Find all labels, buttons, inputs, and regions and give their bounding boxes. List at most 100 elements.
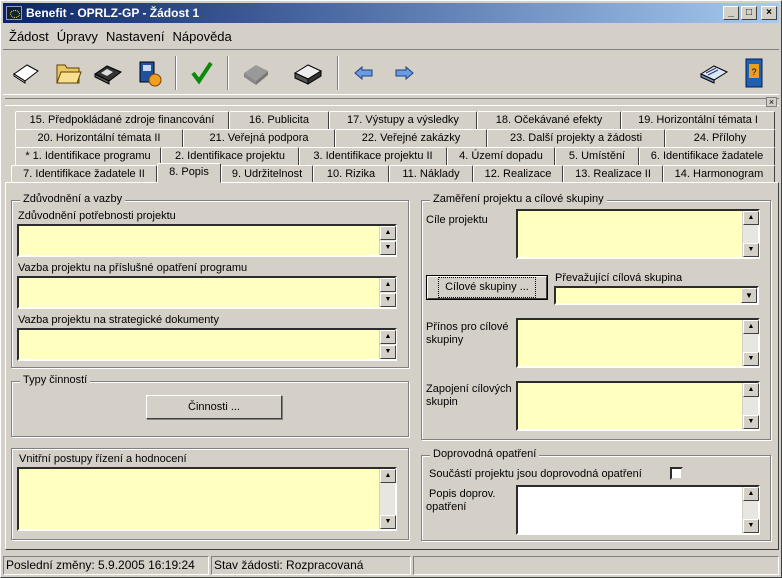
close-button[interactable]: × xyxy=(761,6,777,20)
scrollbar[interactable]: ▲ ▼ xyxy=(742,211,759,257)
minimize-button[interactable]: _ xyxy=(723,6,739,20)
scrollbar[interactable]: ▲ ▼ xyxy=(379,469,396,529)
label-vazba-opatreni: Vazba projektu na příslušné opatření pro… xyxy=(18,262,248,274)
toolbar: ? xyxy=(3,49,779,95)
label-soucasti: Součástí projektu jsou doprovodná opatře… xyxy=(429,468,642,480)
scroll-up-icon[interactable]: ▲ xyxy=(743,487,759,501)
save-disk-icon[interactable] xyxy=(91,56,125,90)
memo-cile[interactable]: ▲ ▼ xyxy=(516,209,760,259)
memo-vazba-opatreni[interactable]: ▲ ▼ xyxy=(17,276,397,309)
tab-21[interactable]: 21. Veřejná podpora xyxy=(183,129,335,147)
tab-18[interactable]: 18. Očekávané efekty xyxy=(477,111,621,129)
scrollbar[interactable]: ▲ ▼ xyxy=(742,320,759,366)
cinnosti-button[interactable]: Činnosti ... xyxy=(146,395,282,419)
tab-12[interactable]: 12. Realizace xyxy=(473,165,563,183)
tab-24[interactable]: 24. Přílohy xyxy=(665,129,775,147)
scroll-up-icon[interactable]: ▲ xyxy=(380,469,396,483)
maximize-button[interactable]: □ xyxy=(741,6,757,20)
menu-nastaveni[interactable]: Nastavení xyxy=(102,27,169,47)
tab-13[interactable]: 13. Realizace II xyxy=(563,165,663,183)
status-state: Stav žádosti: Rozpracovaná xyxy=(211,556,411,575)
strip-close-button[interactable]: × xyxy=(766,97,777,107)
scroll-up-icon[interactable]: ▲ xyxy=(380,330,396,344)
tab-6[interactable]: 6. Identifikace žadatele xyxy=(639,147,775,165)
cilove-skupiny-button-label: Cílové skupiny ... xyxy=(438,277,536,298)
tab-8-active[interactable]: 8. Popis xyxy=(157,163,221,183)
tab-20[interactable]: 20. Horizontální témata II xyxy=(15,129,183,147)
tab-22[interactable]: 22. Veřejné zakázky xyxy=(335,129,487,147)
tab-5[interactable]: 5. Umístění xyxy=(555,147,639,165)
forward-arrow-icon[interactable] xyxy=(387,56,421,90)
memo-vazba-dokumenty[interactable]: ▲ ▼ xyxy=(17,328,397,361)
label-vazba-dokumenty: Vazba projektu na strategické dokumenty xyxy=(18,314,219,326)
memo-prinos[interactable]: ▲ ▼ xyxy=(516,318,760,368)
scroll-down-icon[interactable]: ▼ xyxy=(743,519,759,533)
label-prinos-1: Přínos pro cílové xyxy=(426,321,509,333)
toolbar-separator xyxy=(337,56,339,90)
chevron-down-icon[interactable]: ▼ xyxy=(741,288,757,303)
memo-potrebnost[interactable]: ▲ ▼ xyxy=(17,224,397,257)
tab-4[interactable]: 4. Území dopadu xyxy=(447,147,555,165)
group-title-zamereni: Zaměření projektu a cílové skupiny xyxy=(430,193,607,205)
combo-prevazujici[interactable]: ▼ xyxy=(554,286,759,305)
check-icon[interactable] xyxy=(185,56,219,90)
tab-3[interactable]: 3. Identifikace projektu II xyxy=(299,147,447,165)
tab-10[interactable]: 10. Rizika xyxy=(313,165,389,183)
scroll-up-icon[interactable]: ▲ xyxy=(743,320,759,334)
scroll-down-icon[interactable]: ▼ xyxy=(743,415,759,429)
label-popis-doprov-2: opatření xyxy=(426,501,467,513)
scrollbar[interactable]: ▲ ▼ xyxy=(742,487,759,533)
tab-23[interactable]: 23. Další projekty a žádosti xyxy=(487,129,665,147)
toolbar-strip xyxy=(5,98,779,106)
status-last-change: Poslední změny: 5.9.2005 16:19:24 xyxy=(3,556,209,575)
menu-zadost[interactable]: Žádost xyxy=(5,27,53,47)
label-cile: Cíle projektu xyxy=(426,214,488,226)
scroll-up-icon[interactable]: ▲ xyxy=(380,226,396,240)
window-title: Benefit - OPRLZ-GP - Žádost 1 xyxy=(26,6,200,20)
tab-15[interactable]: 15. Předpokládané zdroje financování xyxy=(15,111,229,129)
group-title-doprovodna: Doprovodná opatření xyxy=(430,448,540,460)
tab-17[interactable]: 17. Výstupy a výsledky xyxy=(329,111,477,129)
tab-9[interactable]: 9. Udržitelnost xyxy=(221,165,313,183)
info-book-icon[interactable]: ? xyxy=(737,56,771,90)
tab-19[interactable]: 19. Horizontální témata I xyxy=(621,111,775,129)
cilove-skupiny-button[interactable]: Cílové skupiny ... xyxy=(426,275,548,300)
new-document-icon[interactable] xyxy=(9,56,43,90)
open-folder-icon[interactable] xyxy=(51,56,85,90)
import-icon[interactable] xyxy=(239,56,273,90)
scrollbar[interactable]: ▲ ▼ xyxy=(379,330,396,359)
scroll-down-icon[interactable]: ▼ xyxy=(380,293,396,307)
tab-7[interactable]: 7. Identifikace žadatele II xyxy=(11,165,157,183)
checkbox-doprovodna[interactable] xyxy=(670,467,683,480)
scroll-up-icon[interactable]: ▲ xyxy=(743,211,759,225)
memo-zapojeni[interactable]: ▲ ▼ xyxy=(516,381,760,431)
back-arrow-icon[interactable] xyxy=(347,56,381,90)
scroll-down-icon[interactable]: ▼ xyxy=(743,352,759,366)
scroll-up-icon[interactable]: ▲ xyxy=(743,383,759,397)
scroll-down-icon[interactable]: ▼ xyxy=(380,345,396,359)
scrollbar[interactable]: ▲ ▼ xyxy=(379,278,396,307)
scroll-down-icon[interactable]: ▼ xyxy=(380,515,396,529)
memo-vnitrni-postupy[interactable]: ▲ ▼ xyxy=(17,467,397,531)
scroll-up-icon[interactable]: ▲ xyxy=(380,278,396,292)
menu-upravy[interactable]: Úpravy xyxy=(53,27,102,47)
scrollbar[interactable]: ▲ ▼ xyxy=(379,226,396,255)
memo-popis-doprov[interactable]: ▲ ▼ xyxy=(516,485,760,535)
label-prevazujici: Převažující cílová skupina xyxy=(555,272,683,284)
help-book-icon[interactable] xyxy=(697,56,731,90)
scroll-down-icon[interactable]: ▼ xyxy=(380,241,396,255)
label-vnitrni-postupy: Vnitřní postupy řízení a hodnocení xyxy=(19,453,187,465)
scroll-down-icon[interactable]: ▼ xyxy=(743,243,759,257)
tab-11[interactable]: 11. Náklady xyxy=(389,165,473,183)
print-icon[interactable] xyxy=(291,56,325,90)
group-title-typy-cinnosti: Typy činností xyxy=(20,374,91,386)
tab-14[interactable]: 14. Harmonogram xyxy=(663,165,775,183)
export-icon[interactable] xyxy=(133,56,167,90)
label-zapojeni-1: Zapojení cílových xyxy=(426,383,512,395)
tab-1[interactable]: * 1. Identifikace programu xyxy=(15,147,161,165)
menu-napoveda[interactable]: Nápověda xyxy=(168,27,235,47)
scrollbar[interactable]: ▲ ▼ xyxy=(742,383,759,429)
label-popis-doprov-1: Popis doprov. xyxy=(429,488,496,500)
toolbar-separator xyxy=(175,56,177,90)
tab-16[interactable]: 16. Publicita xyxy=(229,111,329,129)
